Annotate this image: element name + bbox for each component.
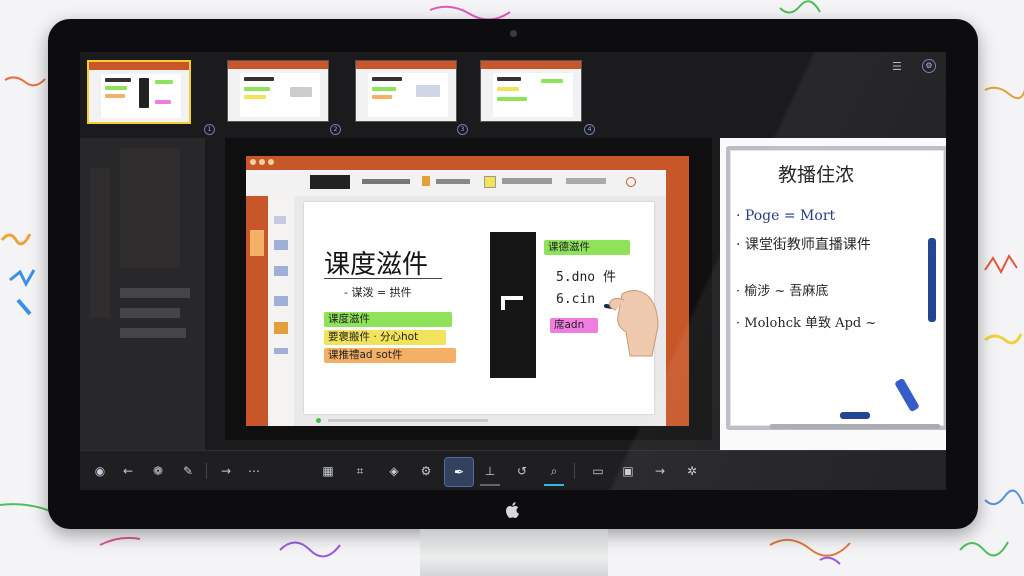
gear-icon[interactable]: ⚙ xyxy=(922,59,936,73)
apple-logo-icon xyxy=(506,502,519,518)
slide-subtitle: - 谋泼 = 拱件 xyxy=(344,286,412,299)
monitor-stand xyxy=(420,529,608,576)
slide-thumbnail-2[interactable] xyxy=(227,60,329,122)
layers-icon[interactable]: ◈ xyxy=(384,461,404,481)
palette-icon[interactable]: ❁ xyxy=(148,461,168,481)
ppt-tools-column xyxy=(268,196,295,426)
whiteboard: 教播住浓 · Poge = Mort · 课堂街教师直播课件 · 榆涉 ~ 吾麻… xyxy=(726,146,946,430)
circle-icon[interactable]: ◉ xyxy=(90,461,110,481)
slide-item-1: 课度滋件 xyxy=(324,312,452,327)
marker-tray-icon xyxy=(840,412,870,419)
wave-icon[interactable]: ⋯ xyxy=(244,461,264,481)
slide-item-3: 课推禮ad sot件 xyxy=(324,348,456,363)
whiteboard-title: 教播住浓 xyxy=(778,164,855,186)
pen-icon[interactable]: ✒ xyxy=(444,457,474,487)
ppt-right-strip xyxy=(666,156,689,426)
thumbnail-number-4: 4 xyxy=(584,124,595,135)
list-icon[interactable]: ☰ xyxy=(892,60,902,73)
arrow-right-icon[interactable]: → xyxy=(650,461,670,481)
whiteboard-tray xyxy=(770,424,940,429)
slide-black-bar xyxy=(490,232,536,378)
arrow-left-icon[interactable]: ← xyxy=(118,461,138,481)
slide-item-2: 要褒搬件 · 分心hot xyxy=(324,330,446,345)
whiteboard-line-4: · Molohck 单致 Apd ~ xyxy=(736,316,877,331)
powerpoint-window: 课度滋件 - 谋泼 = 拱件 课度滋件 要褒搬件 · 分心hot 课推禮ad s… xyxy=(246,156,689,426)
slide-right-item-1: 课德滋件 xyxy=(544,240,630,255)
slide-title: 课度滋件 xyxy=(324,250,429,280)
slide-thumbnail-1[interactable] xyxy=(87,60,191,124)
ppt-title-bar xyxy=(246,156,689,170)
slide-right-item-3: 6.cin xyxy=(556,292,596,307)
gear-icon[interactable]: ⚙ xyxy=(416,461,436,481)
camera-dot xyxy=(510,30,517,37)
stamp-icon[interactable]: ⊥ xyxy=(480,461,500,481)
ppt-side-strip xyxy=(246,196,268,426)
slide-thumbnail-4[interactable] xyxy=(480,60,582,122)
thumbnail-number-1: 1 xyxy=(204,124,215,135)
crop-icon[interactable]: ⌗ xyxy=(350,461,370,481)
slide-thumbnail-3[interactable] xyxy=(355,60,457,122)
slide-canvas: 课度滋件 - 谋泼 = 拱件 课度滋件 要褒搬件 · 分心hot 课推禮ad s… xyxy=(304,202,659,414)
slide-right-item-4: 席adn xyxy=(550,318,598,333)
edit-icon[interactable]: ✎ xyxy=(178,461,198,481)
whiteboard-line-2: · 课堂街教师直播课件 xyxy=(736,237,871,253)
magnifier-icon[interactable]: ⌕ xyxy=(544,461,564,481)
image-icon[interactable]: ▣ xyxy=(618,461,638,481)
ppt-ribbon xyxy=(246,170,689,197)
share-icon[interactable]: ✲ xyxy=(682,461,702,481)
screen: 1 2 3 4 ☰ ⚙ 课度滋件 - 谋泼 = 拱件 课度滋件 要褒搬件 · 分… xyxy=(80,52,946,490)
left-preview-panel xyxy=(80,138,205,450)
undo-icon[interactable]: ↺ xyxy=(512,461,532,481)
thumbnail-number-3: 3 xyxy=(457,124,468,135)
thumbnail-number-2: 2 xyxy=(330,124,341,135)
whiteboard-line-3: · 榆涉 ~ 吾麻底 xyxy=(736,284,829,299)
grid-icon[interactable]: ▦ xyxy=(318,461,338,481)
marker-tilted-icon xyxy=(894,377,920,413)
bottom-toolbar: ◉ ← ❁ ✎ → ⋯ ▦ ⌗ ◈ ⚙ ✒ ⊥ ↺ ⌕ ▭ ▣ → ✲ xyxy=(80,450,946,490)
marker-right-icon xyxy=(928,238,936,322)
screen-icon[interactable]: ▭ xyxy=(588,461,608,481)
hand-with-pen-icon xyxy=(604,290,659,357)
whiteboard-line-1: · Poge = Mort xyxy=(736,208,836,224)
arrow-right-icon[interactable]: → xyxy=(216,461,236,481)
